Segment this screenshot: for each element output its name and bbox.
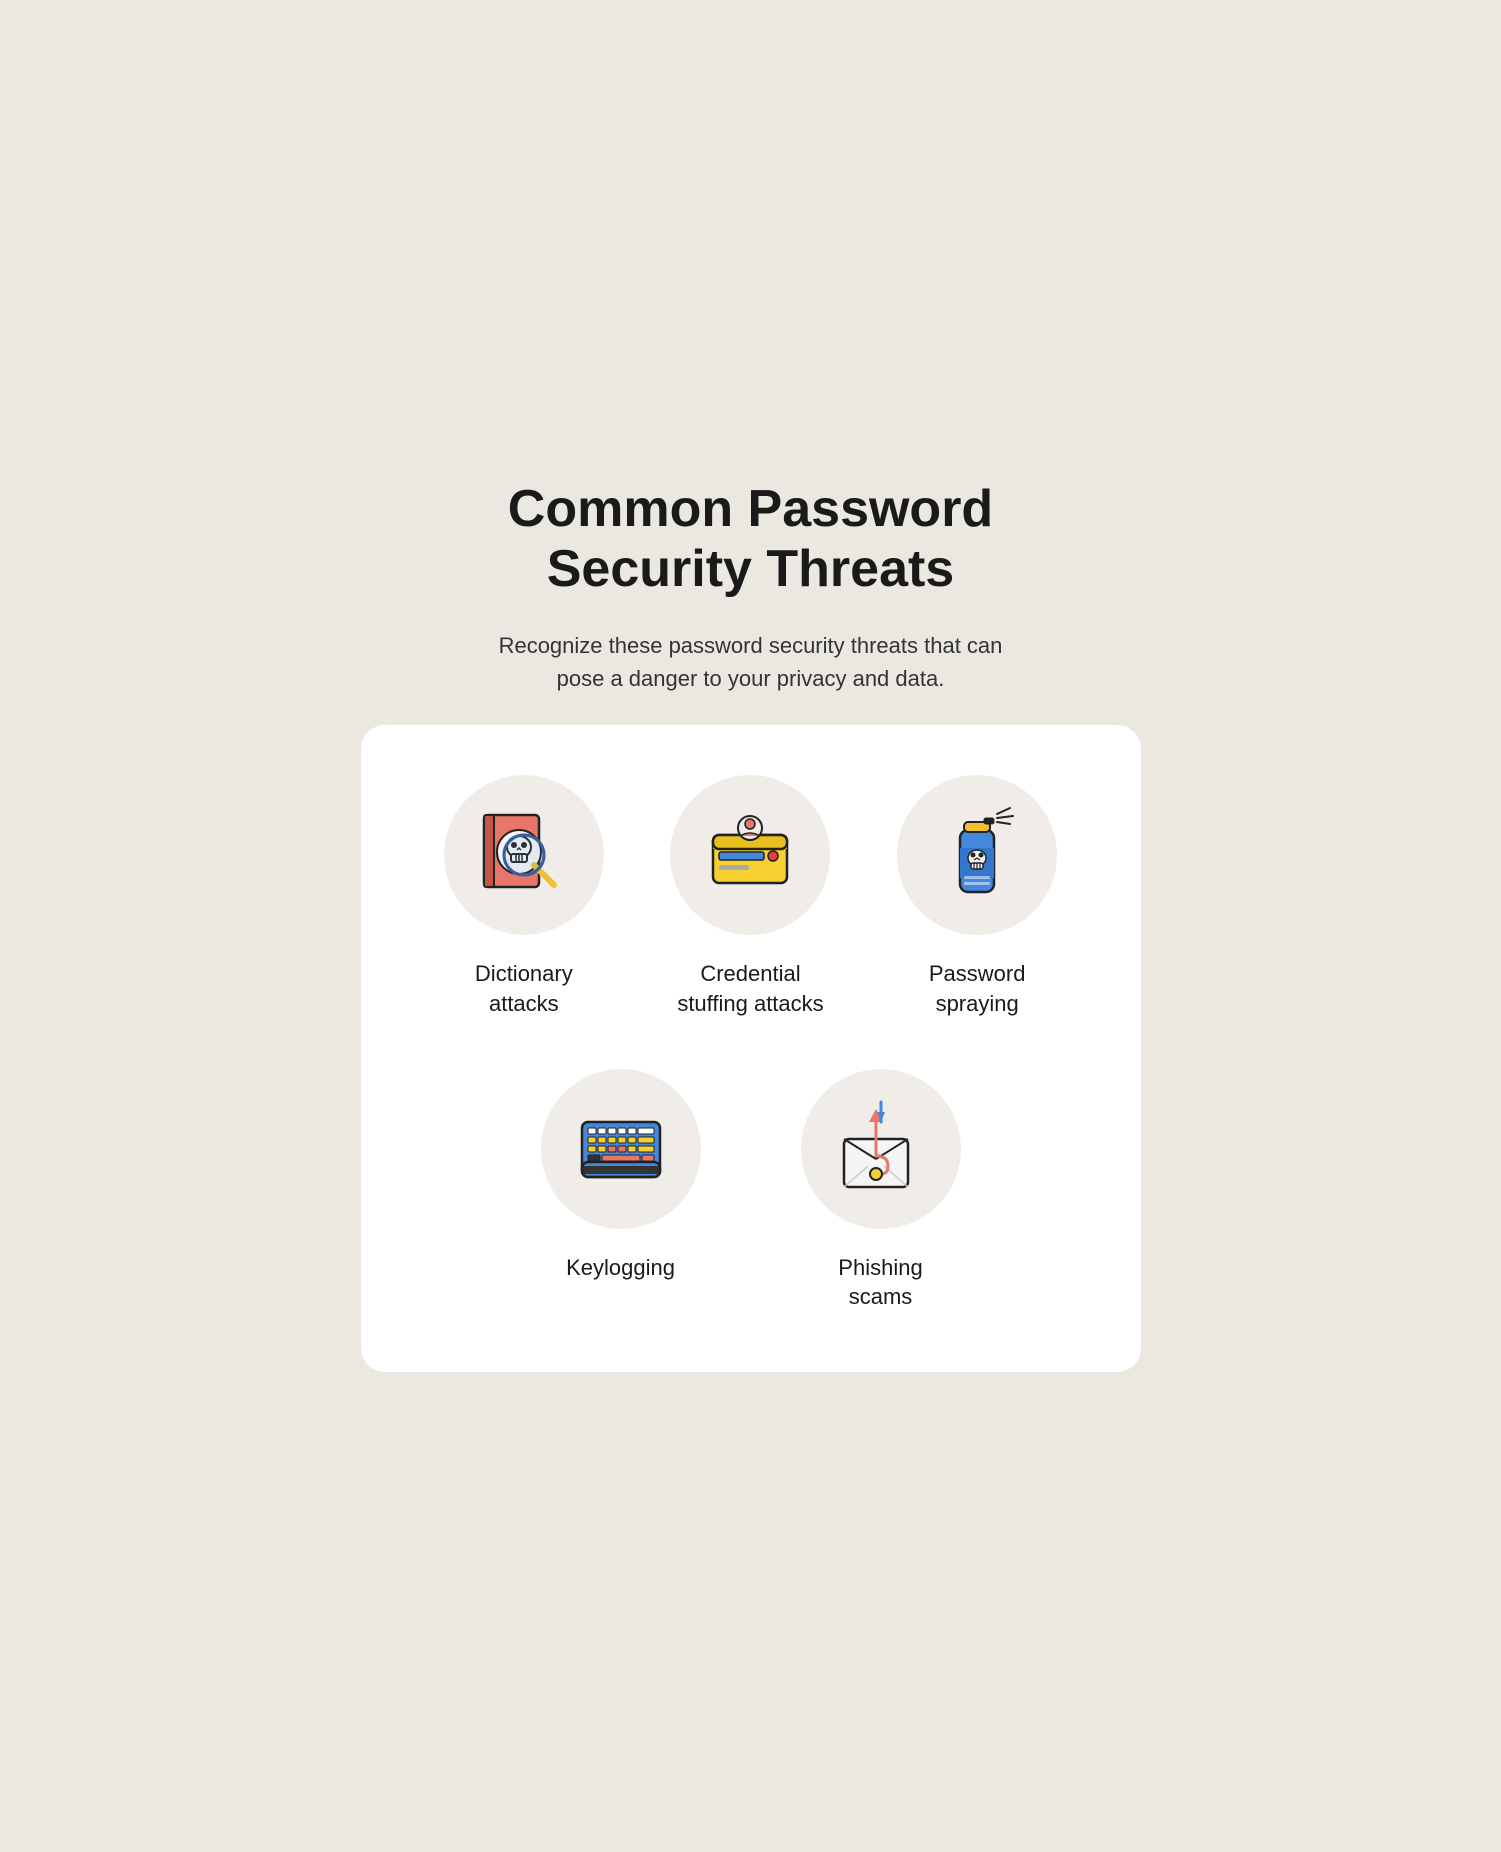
page-wrapper: Common PasswordSecurity Threats Recogniz… xyxy=(361,480,1141,1372)
threat-item-spray: Passwordspraying xyxy=(877,775,1077,1018)
password-spraying-label: Passwordspraying xyxy=(929,959,1026,1018)
page-subtitle: Recognize these password security threat… xyxy=(491,629,1011,695)
spray-icon-circle xyxy=(897,775,1057,935)
phishing-scams-label: Phishingscams xyxy=(838,1253,922,1312)
credential-icon-circle xyxy=(670,775,830,935)
dictionary-icon xyxy=(469,800,579,910)
dictionary-icon-circle xyxy=(444,775,604,935)
threat-item-phishing: Phishingscams xyxy=(781,1069,981,1312)
threat-item-keylogging: Keylogging xyxy=(521,1069,721,1283)
dictionary-attacks-label: Dictionaryattacks xyxy=(475,959,573,1018)
spray-icon xyxy=(922,800,1032,910)
phishing-icon-circle xyxy=(801,1069,961,1229)
threat-item-credential: Credentialstuffing attacks xyxy=(650,775,850,1018)
phishing-icon xyxy=(826,1094,936,1204)
threats-grid-bottom: Keylogging xyxy=(421,1069,1081,1312)
keyboard-icon-circle xyxy=(541,1069,701,1229)
credential-icon xyxy=(695,800,805,910)
keylogging-label: Keylogging xyxy=(566,1253,675,1283)
threats-grid-top: Dictionaryattacks xyxy=(421,775,1081,1018)
threat-item-dictionary: Dictionaryattacks xyxy=(424,775,624,1018)
keyboard-icon xyxy=(566,1094,676,1204)
credential-stuffing-label: Credentialstuffing attacks xyxy=(677,959,823,1018)
threats-card: Dictionaryattacks xyxy=(361,725,1141,1372)
page-title: Common PasswordSecurity Threats xyxy=(508,480,993,600)
